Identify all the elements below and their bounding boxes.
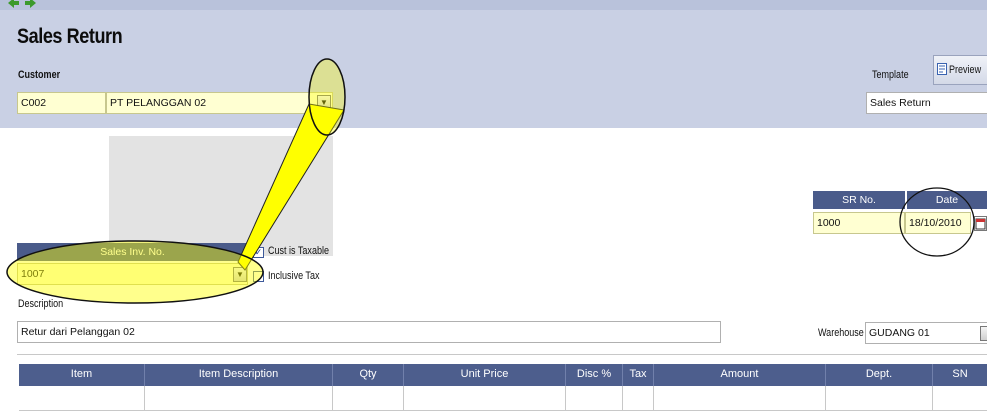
grid-cell[interactable] — [826, 386, 933, 410]
section-divider — [17, 354, 987, 355]
col-disc[interactable]: Disc % — [566, 364, 623, 386]
template-select[interactable]: Sales Return — [866, 92, 987, 114]
description-label: Description — [18, 298, 64, 310]
description-field[interactable]: Retur dari Pelanggan 02 — [17, 321, 721, 343]
inclusive-tax-label: Inclusive Tax — [268, 270, 320, 282]
forward-arrow-icon[interactable] — [24, 0, 38, 9]
items-grid-header: Item Item Description Qty Unit Price Dis… — [19, 364, 987, 386]
grid-cell[interactable] — [19, 386, 145, 410]
grid-cell[interactable] — [566, 386, 623, 410]
table-row[interactable] — [19, 386, 987, 411]
grid-cell[interactable] — [933, 386, 987, 410]
col-sn[interactable]: SN — [933, 364, 987, 386]
toolbar-strip — [0, 0, 987, 10]
sales-inv-dropdown-button[interactable]: ▼ — [233, 267, 247, 282]
col-item-description[interactable]: Item Description — [145, 364, 333, 386]
col-amount[interactable]: Amount — [654, 364, 826, 386]
date-header: Date — [907, 191, 987, 209]
preview-button[interactable]: Preview — [933, 55, 987, 85]
customer-name-value: PT PELANGGAN 02 — [110, 97, 207, 109]
customer-label: Customer — [18, 69, 61, 81]
col-tax[interactable]: Tax — [623, 364, 654, 386]
customer-address-box — [109, 136, 333, 256]
preview-label: Preview — [949, 64, 982, 76]
chevron-down-icon: ▼ — [236, 270, 244, 279]
back-arrow-icon[interactable] — [6, 0, 20, 9]
document-preview-icon — [937, 63, 947, 75]
customer-code-field[interactable]: C002 — [17, 92, 106, 114]
calendar-icon — [975, 218, 986, 230]
inclusive-tax-checkbox[interactable] — [253, 271, 264, 282]
warehouse-dropdown-button[interactable] — [980, 326, 987, 341]
page-title: Sales Return — [17, 25, 123, 48]
col-qty[interactable]: Qty — [333, 364, 404, 386]
grid-cell[interactable] — [654, 386, 826, 410]
col-item[interactable]: Item — [19, 364, 145, 386]
cust-taxable-checkbox[interactable]: ✓ — [253, 247, 264, 258]
date-field[interactable]: 18/10/2010 — [905, 212, 971, 234]
cust-taxable-label: Cust is Taxable — [268, 245, 330, 257]
grid-cell[interactable] — [333, 386, 404, 410]
warehouse-label: Warehouse — [818, 327, 864, 339]
sr-no-header: SR No. — [813, 191, 905, 209]
warehouse-select[interactable]: GUDANG 01 — [865, 322, 987, 344]
template-label: Template — [872, 69, 909, 81]
grid-cell[interactable] — [623, 386, 654, 410]
sr-no-field[interactable]: 1000 — [813, 212, 905, 234]
grid-cell[interactable] — [145, 386, 333, 410]
customer-name-field[interactable]: PT PELANGGAN 02 — [106, 92, 333, 114]
col-dept[interactable]: Dept. — [826, 364, 933, 386]
chevron-down-icon: ▼ — [320, 98, 328, 107]
sales-inv-header: Sales Inv. No. — [17, 243, 248, 261]
col-unit-price[interactable]: Unit Price — [404, 364, 566, 386]
calendar-button[interactable] — [974, 216, 987, 231]
grid-cell[interactable] — [404, 386, 566, 410]
customer-dropdown-button[interactable]: ▼ — [317, 95, 331, 110]
sales-inv-field[interactable]: 1007 — [17, 263, 248, 285]
